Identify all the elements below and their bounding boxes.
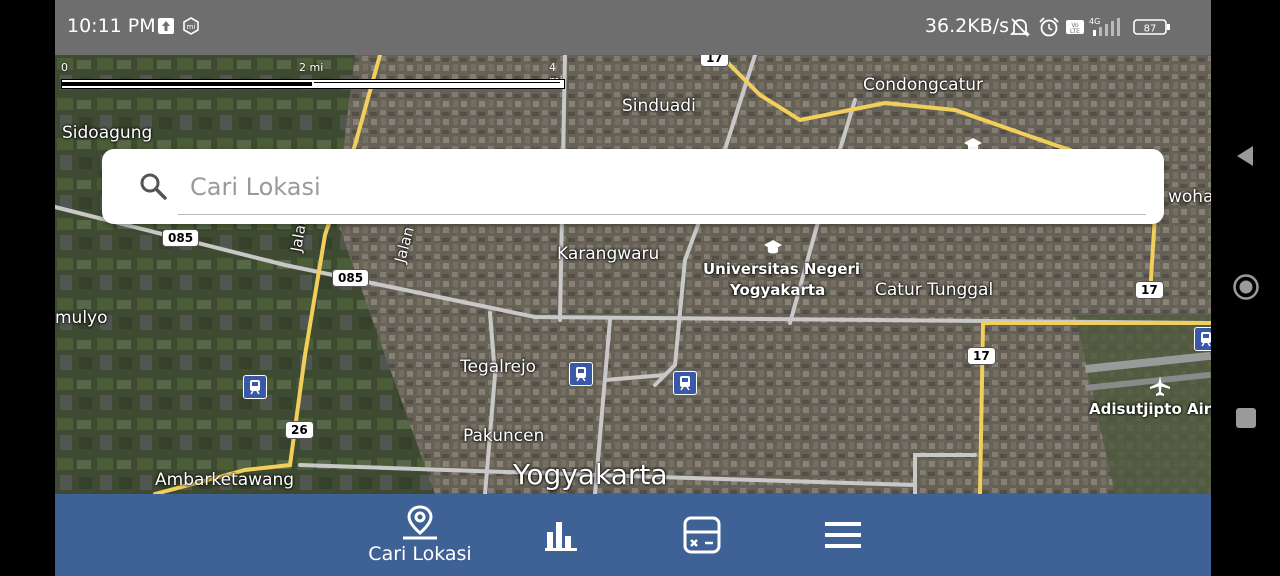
svg-text:LTE: LTE [1070,28,1080,35]
map-label-mulyo: mulyo [55,308,108,328]
nav-cari-lokasi[interactable]: Cari Lokasi [360,494,480,576]
map-label-condongcatur: Condongcatur [863,75,983,95]
bell-off-icon [1009,18,1031,37]
map-background [55,55,1211,494]
calculator-icon [683,516,721,554]
scale-tick-0: 0 [61,61,68,74]
home-icon[interactable] [1233,274,1259,300]
mi-icon: mi [183,17,199,35]
map-label-sidoagung: Sidoagung [62,123,153,143]
road-shield-085-a: 085 [162,229,200,247]
train-station-icon-4[interactable] [1194,327,1211,351]
alarm-icon [1039,17,1059,37]
nav-label-cari-lokasi: Cari Lokasi [368,543,472,565]
train-station-icon-3[interactable] [673,371,697,395]
network-type: 4G [1089,17,1100,26]
map-label-sinduadi: Sinduadi [622,96,696,116]
svg-text:mi: mi [187,23,196,31]
left-system-bar [0,0,55,576]
search-icon[interactable] [138,171,168,201]
bar-chart-icon [545,522,577,551]
location-pin-icon [403,505,437,540]
map-label-karangwaru: Karangwaru [557,244,660,264]
road-shield-17-mid: 17 [967,347,996,365]
map-label-uny-2: Yogyakarta [730,281,826,299]
map-label-tegalrejo: Tegalrejo [460,357,537,377]
battery-icon: 87 [1133,19,1170,35]
map-label-ambarketawang: Ambarketawang [155,470,295,490]
search-input[interactable] [178,159,1146,215]
scale-bar [61,79,565,89]
train-station-icon-2[interactable] [569,362,593,386]
bottom-navigation: Cari Lokasi [55,494,1211,576]
volte-icon: Vo LTE [1066,20,1084,35]
nav-calculator[interactable] [666,494,738,576]
back-icon[interactable] [1233,143,1259,169]
map-label-airport: Adisutjipto Airp [1089,400,1211,418]
road-shield-17-right: 17 [1135,281,1164,299]
upload-icon [158,18,174,34]
nav-menu[interactable] [807,494,879,576]
menu-icon [825,522,861,548]
scale-tick-2mi: 2 mi [299,61,324,74]
satellite-map[interactable]: 0 2 mi 4 mi Sidoagung Sinduadi Condongca… [55,55,1211,494]
status-bar: 10:11 PM mi 36.2KB/s Vo LTE 4G 87 [55,0,1211,55]
map-label-yogyakarta: Yogyakarta [513,458,668,491]
recents-icon[interactable] [1233,405,1259,431]
road-shield-085-b: 085 [332,269,370,287]
map-label-pakuncen: Pakuncen [463,426,545,446]
map-label-wohar: wohar [1168,187,1211,207]
battery-level: 87 [1144,24,1157,35]
signal-icon: 4G [1089,17,1120,36]
airplane-icon [1150,376,1170,396]
status-time: 10:11 PM [67,15,156,37]
road-shield-26: 26 [285,421,314,439]
network-speed: 36.2KB/s [924,15,1009,37]
system-navigation-bar [1211,0,1280,576]
nav-statistics[interactable] [525,494,597,576]
search-box [102,149,1164,224]
map-label-uny-1: Universitas Negeri [703,260,861,278]
train-station-icon[interactable] [243,375,267,399]
map-label-catur-tunggal: Catur Tunggal [875,280,994,300]
road-shield-17-top: 17 [700,55,729,67]
university-icon [764,240,782,254]
map-scale: 0 2 mi 4 mi [61,61,569,93]
